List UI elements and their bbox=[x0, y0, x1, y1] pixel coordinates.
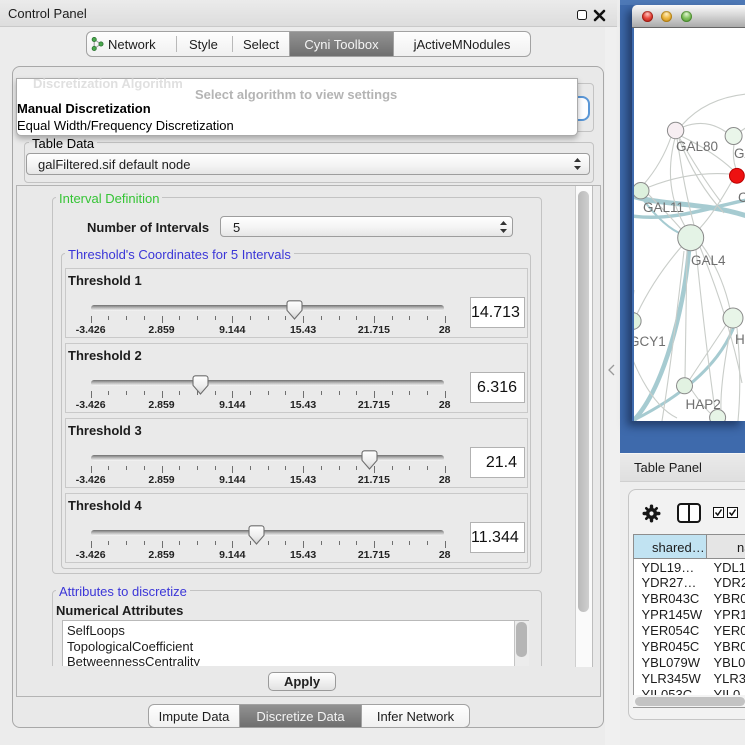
svg-text:GCY1: GCY1 bbox=[634, 334, 666, 349]
svg-text:HAP2: HAP2 bbox=[686, 397, 721, 412]
svg-text:GA: GA bbox=[734, 146, 745, 161]
svg-text:H: H bbox=[735, 332, 745, 347]
svg-text:C: C bbox=[738, 190, 745, 205]
svg-text:GAL11: GAL11 bbox=[643, 200, 684, 215]
svg-text:GAL4: GAL4 bbox=[691, 253, 726, 268]
svg-text:GAL80: GAL80 bbox=[676, 139, 718, 154]
